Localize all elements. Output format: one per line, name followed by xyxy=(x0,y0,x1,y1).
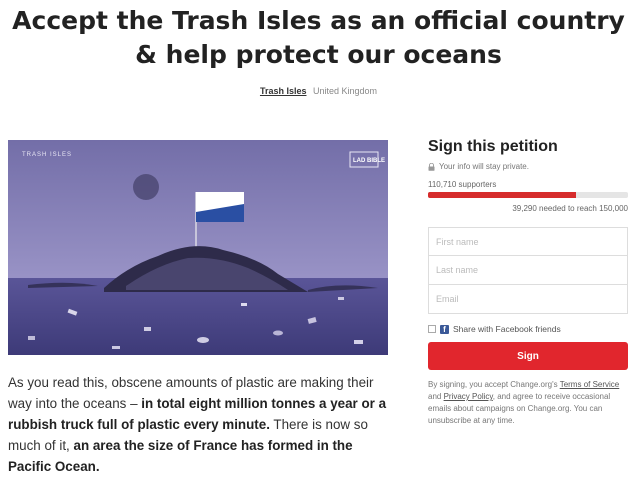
author-link[interactable]: Trash Isles xyxy=(260,86,307,96)
first-name-field[interactable]: First name xyxy=(428,227,628,256)
disclaimer-text: By signing, you accept Change.org's xyxy=(428,380,560,389)
facebook-share-option[interactable]: f Share with Facebook friends xyxy=(428,324,628,334)
email-field[interactable]: Email xyxy=(428,285,628,314)
facebook-icon: f xyxy=(440,324,449,334)
sign-button[interactable]: Sign xyxy=(428,342,628,370)
petition-story: As you read this, obscene amounts of pla… xyxy=(8,372,388,477)
petition-title: Accept the Trash Isles as an official co… xyxy=(12,6,625,69)
signatures-needed: 39,290 needed to reach 150,000 xyxy=(512,204,628,213)
disclaimer-text: and xyxy=(428,392,444,401)
privacy-note: Your info will stay private. xyxy=(428,162,628,171)
hero-logo-left: TRASH ISLES xyxy=(22,152,72,158)
hero-logo-right: LAD BIBLE xyxy=(353,158,385,164)
progress-fill xyxy=(428,192,576,198)
privacy-text: Your info will stay private. xyxy=(439,162,529,171)
hero-image: TRASH ISLES LAD BIBLE xyxy=(8,140,388,355)
sign-panel: Sign this petition Your info will stay p… xyxy=(428,138,628,427)
sign-heading: Sign this petition xyxy=(428,138,558,155)
location: United Kingdom xyxy=(313,86,378,96)
lock-icon xyxy=(428,162,435,171)
moon-icon xyxy=(133,174,159,200)
signature-progress-bar xyxy=(428,192,628,198)
supporter-count: 110,710 supporters xyxy=(428,180,497,189)
last-name-field[interactable]: Last name xyxy=(428,256,628,285)
sign-disclaimer: By signing, you accept Change.org's Term… xyxy=(428,379,628,427)
facebook-label: Share with Facebook friends xyxy=(453,324,561,334)
privacy-link[interactable]: Privacy Policy xyxy=(444,392,493,401)
terms-link[interactable]: Terms of Service xyxy=(560,380,620,389)
facebook-checkbox[interactable] xyxy=(428,325,436,333)
byline: Trash Isles United Kingdom xyxy=(0,86,637,96)
